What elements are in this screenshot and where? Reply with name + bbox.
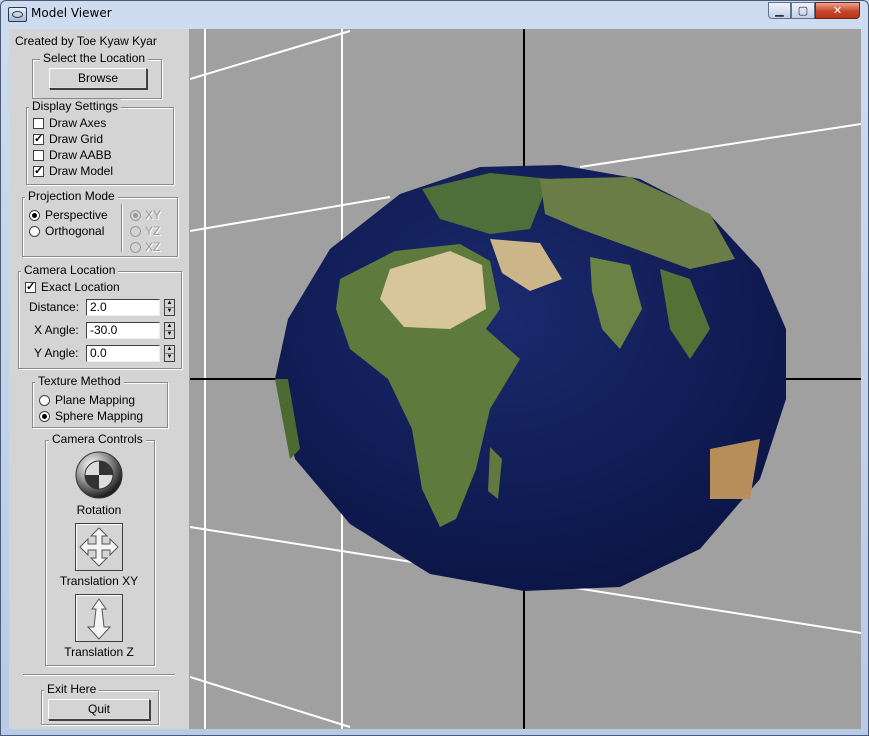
- title-bar[interactable]: Model Viewer ▁ ▢ ✕: [1, 1, 868, 27]
- x-angle-label: X Angle:: [34, 323, 79, 337]
- plane-xz-label: XZ: [145, 240, 161, 254]
- spin-down-icon[interactable]: ▼: [165, 353, 174, 361]
- orthogonal-label: Orthogonal: [45, 224, 105, 238]
- perspective-label: Perspective: [45, 208, 108, 222]
- y-angle-input[interactable]: 0.0: [86, 345, 160, 362]
- translation-z-button[interactable]: [75, 594, 123, 642]
- draw-model-checkbox[interactable]: ✓: [33, 166, 44, 177]
- plane-mapping-radio[interactable]: [39, 395, 50, 406]
- translation-xy-button[interactable]: [75, 523, 123, 571]
- sphere-mapping-label: Sphere Mapping: [55, 409, 144, 423]
- spin-down-icon[interactable]: ▼: [165, 330, 174, 338]
- camera-controls-title: Camera Controls: [49, 432, 146, 446]
- client-area: Created by Toe Kyaw Kyar Select the Loca…: [9, 29, 861, 729]
- maximize-button[interactable]: ▢: [791, 2, 815, 19]
- credit-text: Created by Toe Kyaw Kyar: [15, 34, 157, 48]
- draw-axes-label: Draw Axes: [49, 116, 107, 130]
- exact-location-label: Exact Location: [41, 280, 120, 294]
- x-angle-spinner[interactable]: ▲ ▼: [164, 322, 175, 339]
- plane-divider: [121, 204, 123, 252]
- vertical-arrows-icon: [86, 598, 112, 640]
- maximize-icon: ▢: [797, 4, 809, 17]
- spin-up-icon[interactable]: ▲: [165, 300, 174, 307]
- close-button[interactable]: ✕: [815, 2, 860, 19]
- draw-aabb-label: Draw AABB: [49, 148, 112, 162]
- control-panel: Created by Toe Kyaw Kyar Select the Loca…: [9, 29, 189, 729]
- location-group-title: Select the Location: [40, 51, 149, 65]
- plane-yz-label: YZ: [145, 224, 161, 238]
- camera-location-title: Camera Location: [21, 263, 119, 277]
- perspective-radio[interactable]: [29, 210, 40, 221]
- plane-xy-label: XY: [145, 208, 162, 222]
- y-angle-label: Y Angle:: [34, 346, 79, 360]
- draw-grid-checkbox[interactable]: ✓: [33, 134, 44, 145]
- minimize-button[interactable]: ▁: [768, 2, 791, 19]
- spin-down-icon[interactable]: ▼: [165, 307, 174, 315]
- quit-button[interactable]: Quit: [48, 699, 150, 720]
- model-viewer-window: Model Viewer ▁ ▢ ✕ Created by Toe Kyaw K…: [0, 0, 869, 736]
- rotation-icon: [75, 451, 123, 499]
- window-title: Model Viewer: [31, 6, 112, 20]
- 3d-viewport[interactable]: [190, 29, 861, 729]
- texture-method-group: Texture Method Plane Mapping Sphere Mapp…: [32, 374, 168, 428]
- draw-axes-checkbox[interactable]: [33, 118, 44, 129]
- exit-group-title: Exit Here: [44, 682, 100, 696]
- rotation-button[interactable]: [75, 451, 123, 499]
- spin-up-icon[interactable]: ▲: [165, 323, 174, 330]
- exit-group: Exit Here Quit: [41, 682, 159, 725]
- minimize-icon: ▁: [775, 4, 784, 17]
- display-settings-title: Display Settings: [29, 99, 122, 113]
- browse-button[interactable]: Browse: [49, 68, 147, 89]
- x-angle-input[interactable]: -30.0: [86, 322, 160, 339]
- display-settings-group: Display Settings Draw Axes ✓ Draw Grid D…: [26, 99, 174, 185]
- exact-location-checkbox[interactable]: ✓: [25, 282, 36, 293]
- rotation-label: Rotation: [76, 503, 122, 517]
- plane-yz-radio[interactable]: [130, 226, 141, 237]
- plane-mapping-label: Plane Mapping: [55, 393, 136, 407]
- app-icon: [8, 7, 27, 22]
- distance-spinner[interactable]: ▲ ▼: [164, 299, 175, 316]
- close-icon: ✕: [832, 4, 843, 17]
- spin-up-icon[interactable]: ▲: [165, 346, 174, 353]
- plane-xz-radio[interactable]: [130, 242, 141, 253]
- move-arrows-icon: [79, 527, 119, 567]
- plane-xy-radio[interactable]: [130, 210, 141, 221]
- draw-grid-label: Draw Grid: [49, 132, 104, 146]
- sphere-mapping-radio[interactable]: [39, 411, 50, 422]
- location-group: Select the Location Browse: [32, 51, 162, 99]
- texture-method-title: Texture Method: [35, 374, 124, 388]
- projection-mode-group: Projection Mode Perspective Orthogonal X…: [22, 189, 178, 257]
- camera-location-group: Camera Location ✓ Exact Location Distanc…: [18, 263, 182, 369]
- translation-z-label: Translation Z: [64, 645, 134, 659]
- scene-canvas: [190, 29, 861, 729]
- panel-separator: [23, 674, 175, 676]
- y-angle-spinner[interactable]: ▲ ▼: [164, 345, 175, 362]
- orthogonal-radio[interactable]: [29, 226, 40, 237]
- draw-aabb-checkbox[interactable]: [33, 150, 44, 161]
- translation-xy-label: Translation XY: [59, 574, 139, 588]
- draw-model-label: Draw Model: [49, 164, 114, 178]
- distance-input[interactable]: 2.0: [86, 299, 160, 316]
- distance-label: Distance:: [29, 300, 80, 314]
- projection-mode-title: Projection Mode: [25, 189, 118, 203]
